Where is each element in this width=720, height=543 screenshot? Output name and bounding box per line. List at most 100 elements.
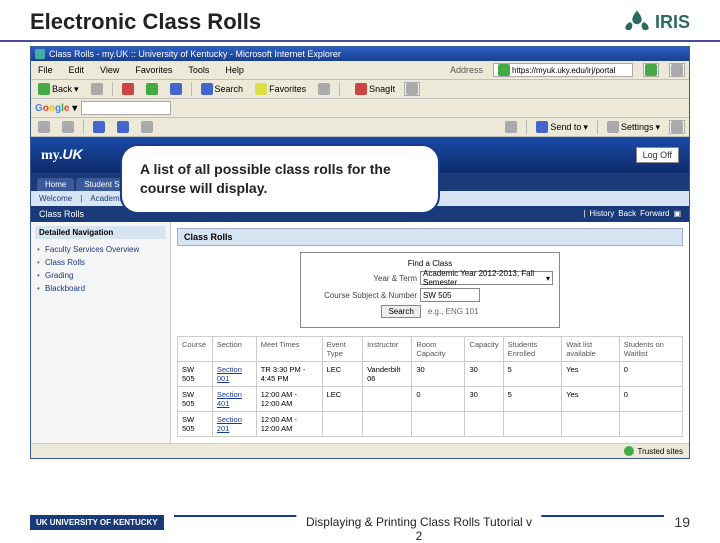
cell-section[interactable]: Section 001 bbox=[212, 362, 256, 387]
iris-flower-icon bbox=[623, 8, 651, 36]
table-row: SW 505Section 20112:00 AM - 12:00 AM bbox=[178, 412, 683, 437]
tb-btn-1[interactable] bbox=[35, 120, 53, 134]
stop-button[interactable] bbox=[119, 82, 137, 96]
section-title: Class Rolls bbox=[39, 209, 84, 219]
table-header-row: Course Section Meet Times Event Type Ins… bbox=[178, 337, 683, 362]
nav-blackboard[interactable]: Blackboard bbox=[35, 282, 166, 295]
maximize-icon[interactable]: ▣ bbox=[673, 209, 681, 219]
window-titlebar: Class Rolls - my.UK :: University of Ken… bbox=[31, 47, 689, 61]
cell-course: SW 505 bbox=[178, 412, 213, 437]
iris-logo: IRIS bbox=[623, 8, 690, 36]
menu-view[interactable]: View bbox=[97, 64, 122, 76]
th-wl-avail: Wait list available bbox=[562, 337, 620, 362]
address-bar[interactable]: https://myuk.uky.edu/irj/portal bbox=[493, 63, 633, 77]
menu-edit[interactable]: Edit bbox=[66, 64, 88, 76]
history-button[interactable] bbox=[315, 82, 333, 96]
th-event: Event Type bbox=[322, 337, 362, 362]
browser-menubar: File Edit View Favorites Tools Help Addr… bbox=[31, 61, 689, 80]
cell-etype: LEC bbox=[322, 362, 362, 387]
window-icon bbox=[406, 83, 418, 95]
snagit-window-button[interactable] bbox=[404, 82, 420, 96]
uk-badge: UK UNIVERSITY OF KENTUCKY bbox=[30, 515, 164, 530]
snagit-button[interactable]: SnagIt bbox=[352, 82, 398, 96]
cell-section[interactable]: Section 201 bbox=[212, 412, 256, 437]
cell-section[interactable]: Section 401 bbox=[212, 387, 256, 412]
tab-home[interactable]: Home bbox=[37, 178, 74, 191]
sendto-button[interactable]: Send to ▾ bbox=[533, 120, 591, 134]
print-button[interactable] bbox=[669, 120, 685, 134]
tb-btn-4[interactable] bbox=[114, 120, 132, 134]
cell-wlcount: 0 bbox=[619, 362, 682, 387]
forward-icon bbox=[91, 83, 103, 95]
footer-text: Displaying & Printing Class Rolls Tutori… bbox=[296, 515, 541, 543]
history-icon bbox=[318, 83, 330, 95]
menu-help[interactable]: Help bbox=[222, 64, 247, 76]
history-forward[interactable]: Forward bbox=[640, 209, 669, 219]
cell-cap: 30 bbox=[465, 387, 503, 412]
nav-class-rolls[interactable]: Class Rolls bbox=[35, 256, 166, 269]
google-logo: Google ▾ bbox=[35, 103, 77, 114]
extra-toolbar: Send to ▾ Settings ▾ bbox=[31, 118, 689, 137]
window-title: Class Rolls - my.UK :: University of Ken… bbox=[49, 49, 341, 59]
cell-instr bbox=[363, 412, 412, 437]
favorites-button[interactable]: Favorites bbox=[252, 82, 309, 96]
cell-wlavail: Yes bbox=[562, 362, 620, 387]
year-term-select[interactable]: Academic Year 2012-2013, Fall Semester ▾ bbox=[420, 271, 553, 285]
forward-button[interactable] bbox=[88, 82, 106, 96]
page-icon bbox=[498, 64, 510, 76]
trusted-icon bbox=[624, 446, 634, 456]
main-panel: Class Rolls Find a Class Year & Term Aca… bbox=[171, 222, 689, 443]
cell-course: SW 505 bbox=[178, 362, 213, 387]
history-back[interactable]: Back bbox=[618, 209, 636, 219]
table-row: SW 505Section 001TR 3:30 PM - 4:45 PMLEC… bbox=[178, 362, 683, 387]
browser-nav-toolbar: Back ▾ Search Favorites SnagIt bbox=[31, 80, 689, 99]
tb-btn-2[interactable] bbox=[59, 120, 77, 134]
cell-wlcount: 0 bbox=[619, 387, 682, 412]
search-icon bbox=[201, 83, 213, 95]
table-row: SW 505Section 40112:00 AM - 12:00 AMLEC0… bbox=[178, 387, 683, 412]
slide-title: Electronic Class Rolls bbox=[30, 9, 261, 35]
tb-btn-5[interactable] bbox=[138, 120, 156, 134]
cell-wlavail bbox=[562, 412, 620, 437]
search-button[interactable]: Search bbox=[198, 82, 247, 96]
status-text: Trusted sites bbox=[638, 447, 684, 456]
tb-btn-3[interactable] bbox=[90, 120, 108, 134]
th-section: Section bbox=[212, 337, 256, 362]
th-meet: Meet Times bbox=[256, 337, 322, 362]
logoff-button[interactable]: Log Off bbox=[636, 147, 679, 163]
settings-button[interactable]: Settings ▾ bbox=[604, 120, 663, 134]
left-nav-panel: Detailed Navigation Faculty Services Ove… bbox=[31, 222, 171, 443]
search-button[interactable]: Search bbox=[381, 305, 420, 318]
th-enrolled: Students Enrolled bbox=[503, 337, 562, 362]
menu-file[interactable]: File bbox=[35, 64, 56, 76]
menu-tools[interactable]: Tools bbox=[185, 64, 212, 76]
tb-btn-6[interactable] bbox=[502, 120, 520, 134]
address-label: Address bbox=[450, 65, 483, 75]
google-search-input[interactable] bbox=[81, 101, 171, 115]
cell-course: SW 505 bbox=[178, 387, 213, 412]
nav-faculty-overview[interactable]: Faculty Services Overview bbox=[35, 243, 166, 256]
home-button[interactable] bbox=[167, 82, 185, 96]
go-icon bbox=[645, 64, 657, 76]
refresh-button[interactable] bbox=[143, 82, 161, 96]
cell-instr bbox=[363, 387, 412, 412]
cell-meet: TR 3:30 PM - 4:45 PM bbox=[256, 362, 322, 387]
myuk-logo: my.UK bbox=[41, 146, 83, 164]
back-button[interactable]: Back ▾ bbox=[35, 82, 82, 96]
subnav-welcome[interactable]: Welcome bbox=[39, 194, 72, 203]
cell-cap bbox=[465, 412, 503, 437]
home-icon bbox=[170, 83, 182, 95]
course-input[interactable] bbox=[420, 288, 480, 302]
history-link[interactable]: History bbox=[589, 209, 614, 219]
star-icon bbox=[255, 83, 267, 95]
cell-wlcount bbox=[619, 412, 682, 437]
cell-enr: 5 bbox=[503, 387, 562, 412]
menu-favorites[interactable]: Favorites bbox=[132, 64, 175, 76]
go-button[interactable] bbox=[643, 63, 659, 77]
th-wl-count: Students on Waitlist bbox=[619, 337, 682, 362]
nav-grading[interactable]: Grading bbox=[35, 269, 166, 282]
th-instructor: Instructor bbox=[363, 337, 412, 362]
links-button[interactable] bbox=[669, 63, 685, 77]
course-label: Course Subject & Number bbox=[307, 291, 417, 300]
cell-etype bbox=[322, 412, 362, 437]
